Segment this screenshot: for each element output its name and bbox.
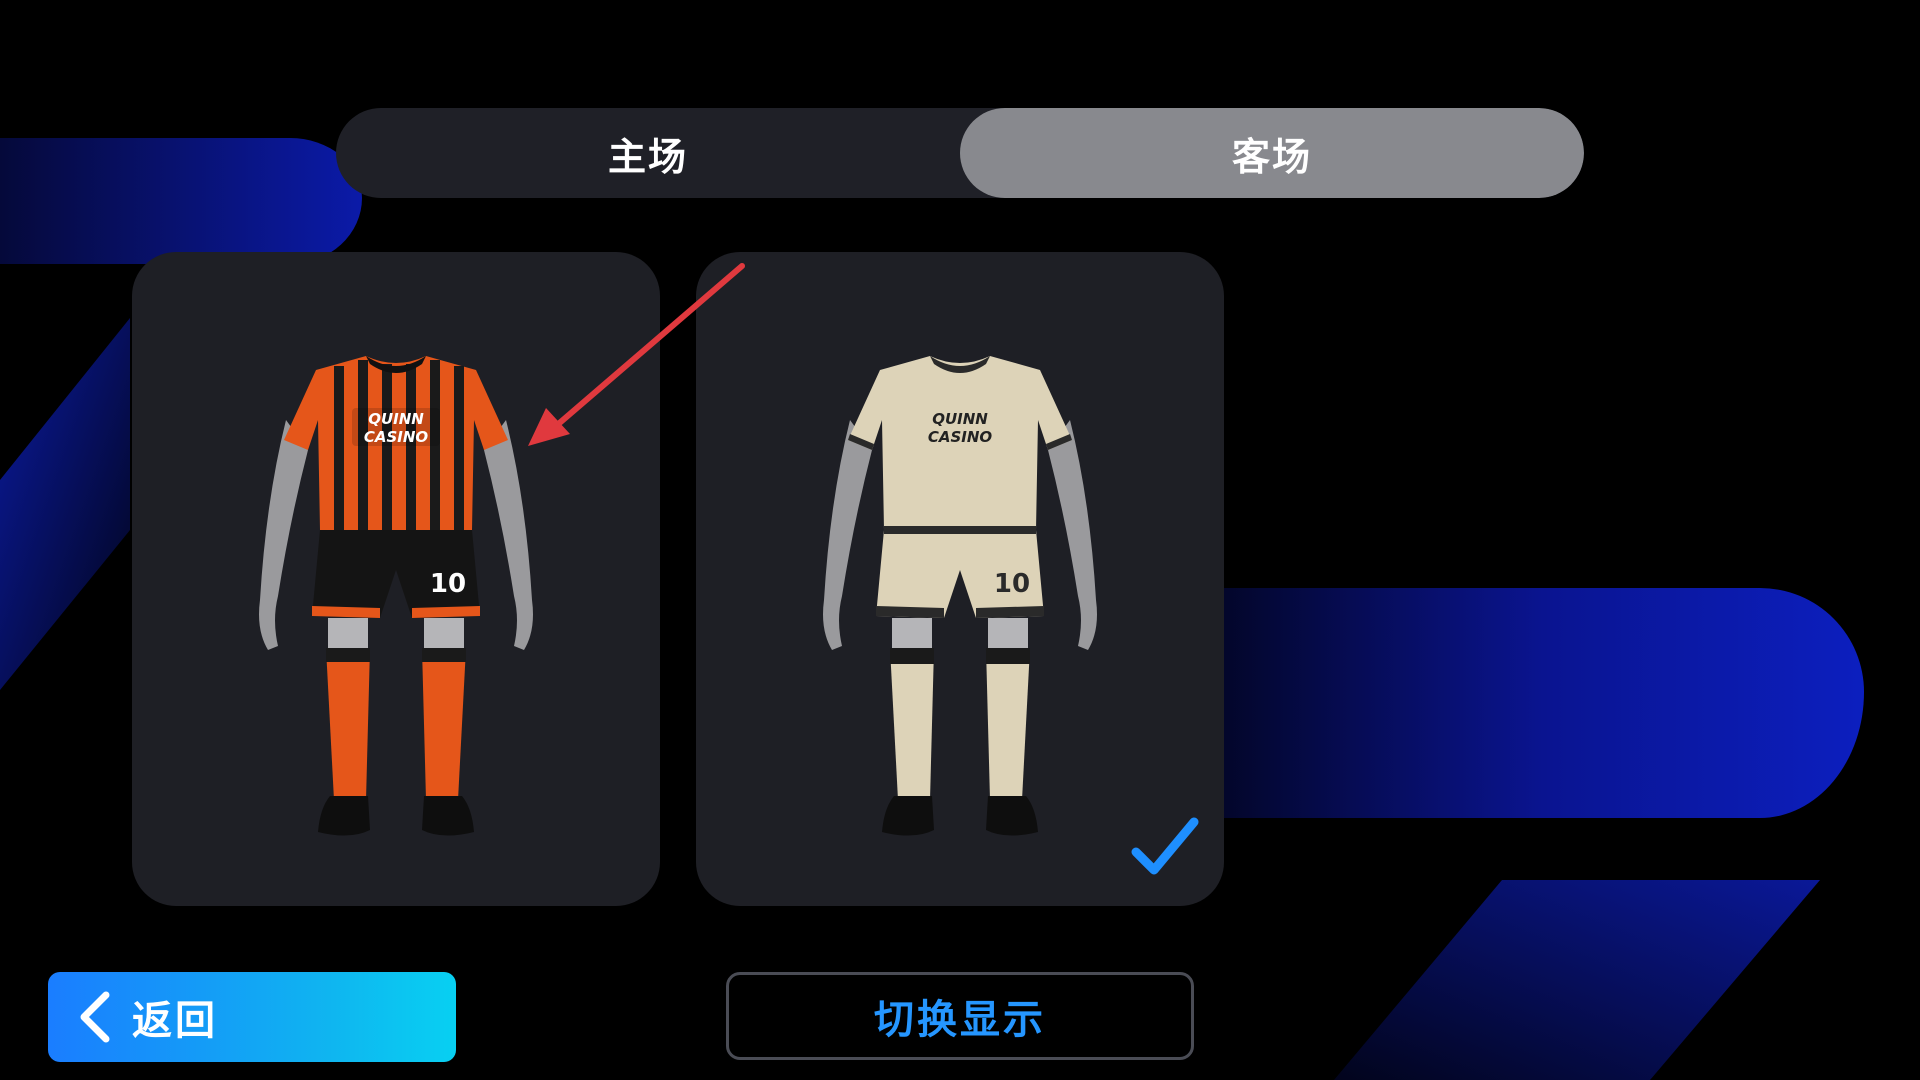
svg-text:CASINO: CASINO <box>364 428 429 446</box>
toggle-display-button[interactable]: 切换显示 <box>726 972 1194 1060</box>
check-icon <box>1131 817 1199 875</box>
back-button[interactable]: 返回 <box>48 972 456 1062</box>
tab-away[interactable]: 客场 <box>960 108 1584 198</box>
kit-selection-screen: 主场 客场 QUINN CASINO 10 QUINN CASINO 10 返回… <box>0 0 1920 1080</box>
svg-text:10: 10 <box>994 569 1030 599</box>
svg-text:QUINN: QUINN <box>932 410 988 428</box>
home-kit-card[interactable]: QUINN CASINO 10 <box>132 252 660 906</box>
home-kit-image: QUINN CASINO 10 <box>259 356 533 836</box>
away-kit-card[interactable]: QUINN CASINO 10 <box>696 252 1224 906</box>
svg-text:QUINN: QUINN <box>368 410 424 428</box>
back-button-label: 返回 <box>132 998 218 1044</box>
svg-text:CASINO: CASINO <box>928 428 993 446</box>
away-kit-image: QUINN CASINO 10 <box>823 356 1097 836</box>
svg-text:10: 10 <box>430 569 466 599</box>
chevron-left-icon <box>80 991 110 1043</box>
tab-home[interactable]: 主场 <box>336 108 960 198</box>
kit-tabs: 主场 客场 <box>336 108 1584 198</box>
